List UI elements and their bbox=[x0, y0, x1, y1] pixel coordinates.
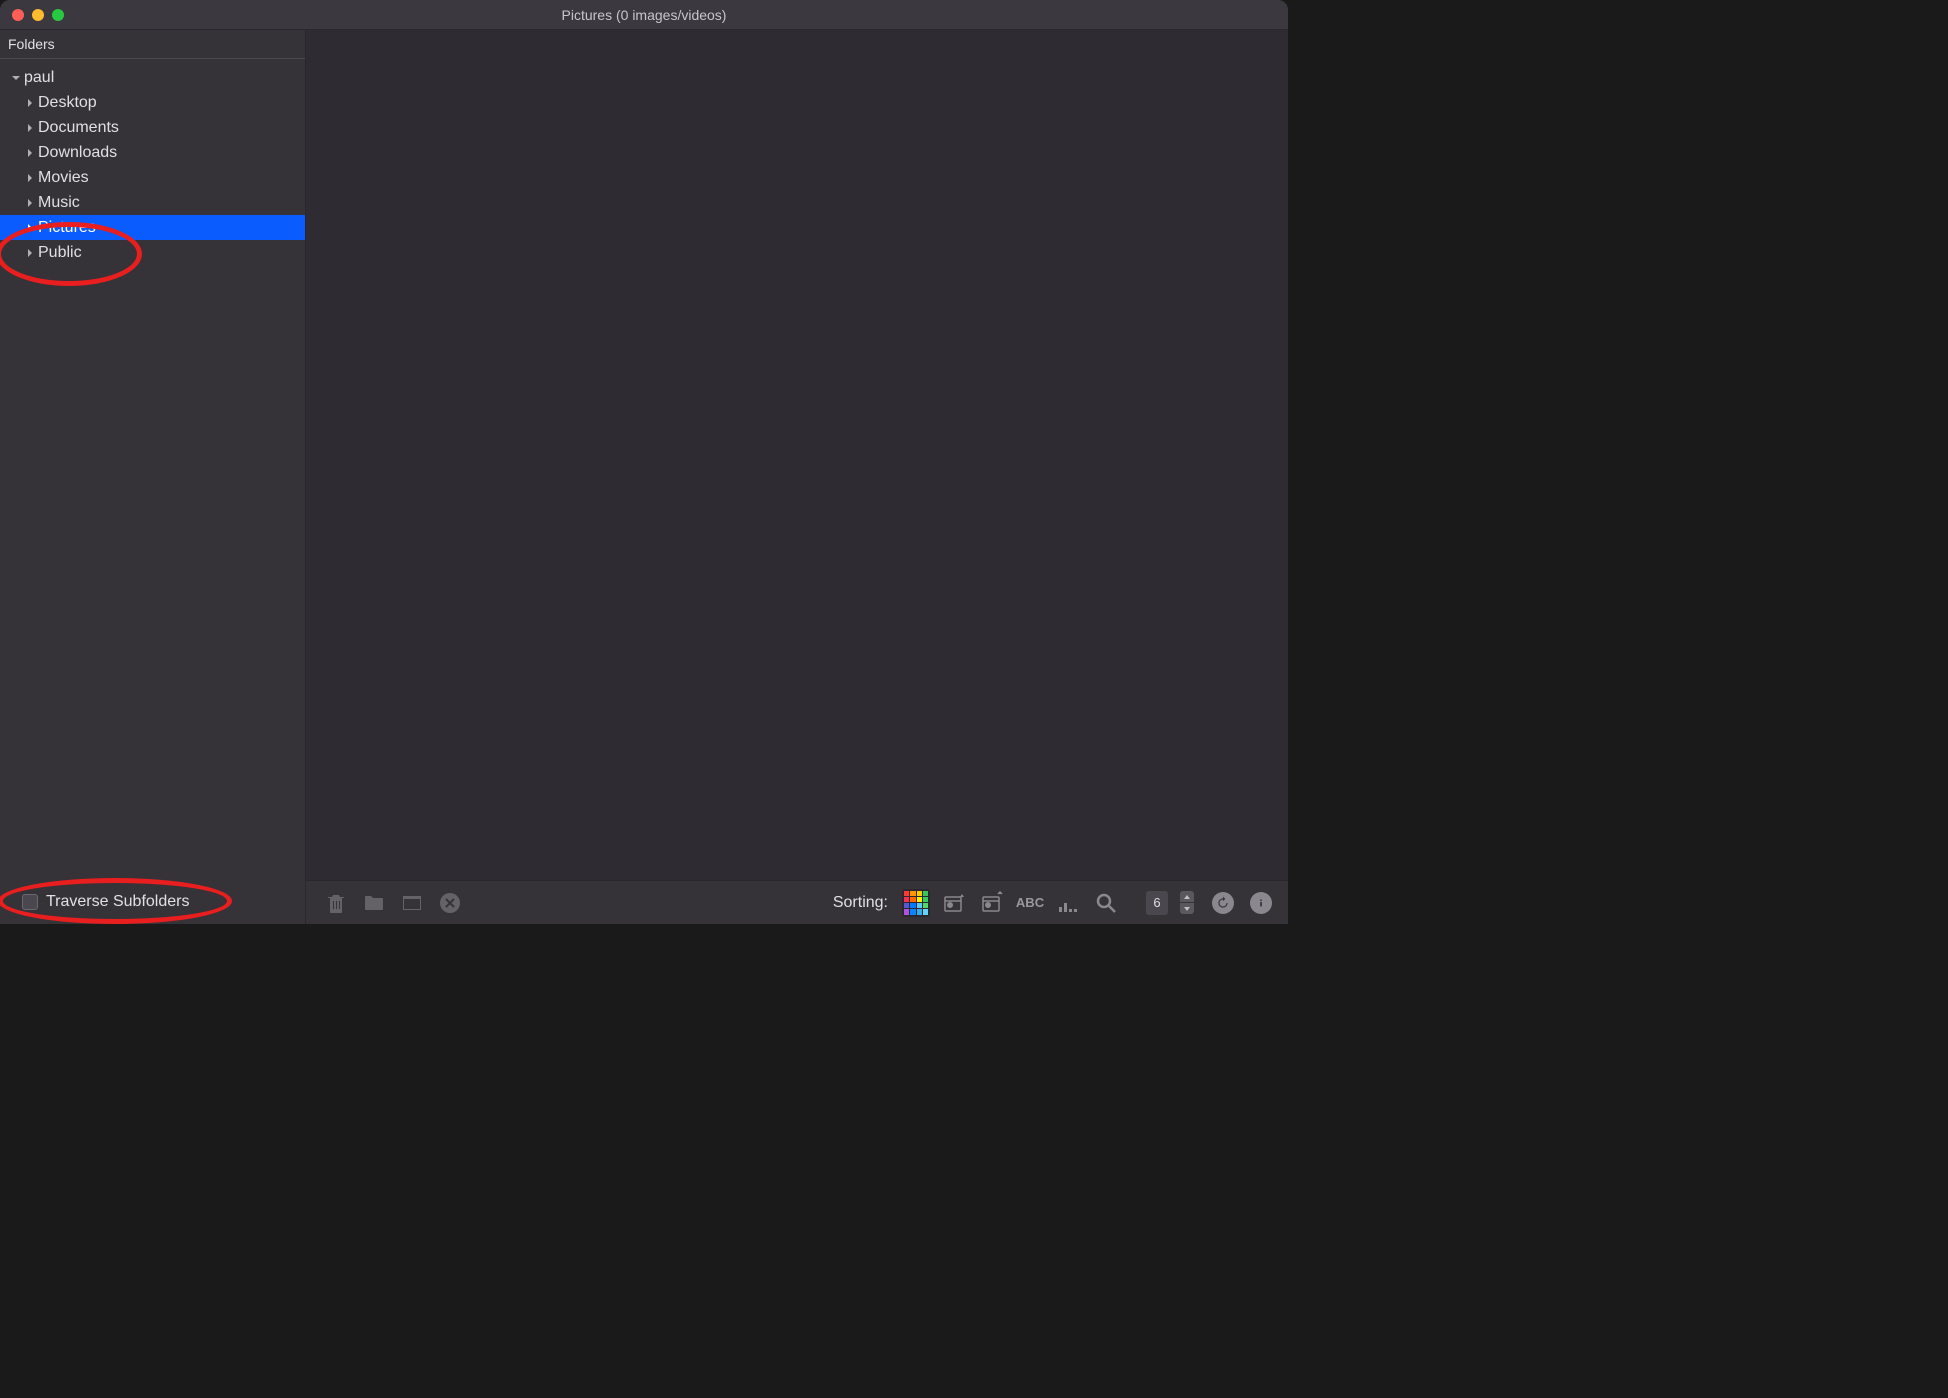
folder-downloads[interactable]: Downloads bbox=[0, 140, 305, 165]
folder-label: Downloads bbox=[38, 144, 117, 162]
folder-label: Pictures bbox=[38, 219, 96, 237]
sort-size-icon[interactable] bbox=[1054, 889, 1082, 917]
thumb-size-stepper bbox=[1180, 891, 1194, 914]
folder-label: Movies bbox=[38, 169, 89, 187]
body-area: Folders paul Desktop bbox=[0, 30, 1288, 924]
chevron-right-icon[interactable] bbox=[24, 122, 36, 134]
sidebar: Folders paul Desktop bbox=[0, 30, 306, 924]
folder-music[interactable]: Music bbox=[0, 190, 305, 215]
content-area bbox=[306, 30, 1288, 880]
folder-icon[interactable] bbox=[360, 889, 388, 917]
sort-color-icon[interactable] bbox=[902, 889, 930, 917]
traverse-checkbox[interactable] bbox=[22, 894, 38, 910]
chevron-right-icon[interactable] bbox=[24, 147, 36, 159]
folder-documents[interactable]: Documents bbox=[0, 115, 305, 140]
folder-label: Desktop bbox=[38, 94, 97, 112]
folder-public[interactable]: Public bbox=[0, 240, 305, 265]
sort-name-icon[interactable]: ABC bbox=[1016, 889, 1044, 917]
stepper-down[interactable] bbox=[1180, 903, 1194, 914]
window-controls bbox=[0, 9, 64, 21]
minimize-button[interactable] bbox=[32, 9, 44, 21]
thumb-size-input[interactable]: 6 bbox=[1146, 891, 1168, 915]
titlebar: Pictures (0 images/videos) bbox=[0, 0, 1288, 30]
folder-label: Documents bbox=[38, 119, 119, 137]
chevron-down-icon[interactable] bbox=[10, 72, 22, 84]
stepper-up[interactable] bbox=[1180, 891, 1194, 902]
refresh-icon[interactable] bbox=[1212, 892, 1234, 914]
chevron-right-icon[interactable] bbox=[24, 247, 36, 259]
folder-label: Music bbox=[38, 194, 80, 212]
app-window: Pictures (0 images/videos) Folders paul bbox=[0, 0, 1288, 924]
info-icon[interactable] bbox=[1250, 892, 1272, 914]
sidebar-header: Folders bbox=[0, 30, 305, 59]
zoom-button[interactable] bbox=[52, 9, 64, 21]
chevron-right-icon[interactable] bbox=[24, 222, 36, 234]
chevron-right-icon[interactable] bbox=[24, 172, 36, 184]
sidebar-footer: Traverse Subfolders bbox=[0, 880, 305, 924]
sort-date-asc-icon[interactable] bbox=[978, 889, 1006, 917]
cancel-icon[interactable] bbox=[436, 889, 464, 917]
folder-root[interactable]: paul bbox=[0, 65, 305, 90]
window-title: Pictures (0 images/videos) bbox=[562, 7, 727, 23]
trash-icon[interactable] bbox=[322, 889, 350, 917]
folder-tree: paul Desktop Documents bbox=[0, 59, 305, 880]
chevron-right-icon[interactable] bbox=[24, 197, 36, 209]
chevron-right-icon[interactable] bbox=[24, 97, 36, 109]
sort-date-desc-icon[interactable] bbox=[940, 889, 968, 917]
folder-label: paul bbox=[24, 69, 54, 87]
folder-desktop[interactable]: Desktop bbox=[0, 90, 305, 115]
window-icon[interactable] bbox=[398, 889, 426, 917]
close-button[interactable] bbox=[12, 9, 24, 21]
folder-movies[interactable]: Movies bbox=[0, 165, 305, 190]
search-icon[interactable] bbox=[1092, 889, 1120, 917]
traverse-label: Traverse Subfolders bbox=[46, 893, 189, 911]
folder-label: Public bbox=[38, 244, 82, 262]
main-pane: Sorting: ABC bbox=[306, 30, 1288, 924]
bottom-toolbar: Sorting: ABC bbox=[306, 880, 1288, 924]
sorting-label: Sorting: bbox=[833, 894, 888, 912]
folder-pictures[interactable]: Pictures bbox=[0, 215, 305, 240]
